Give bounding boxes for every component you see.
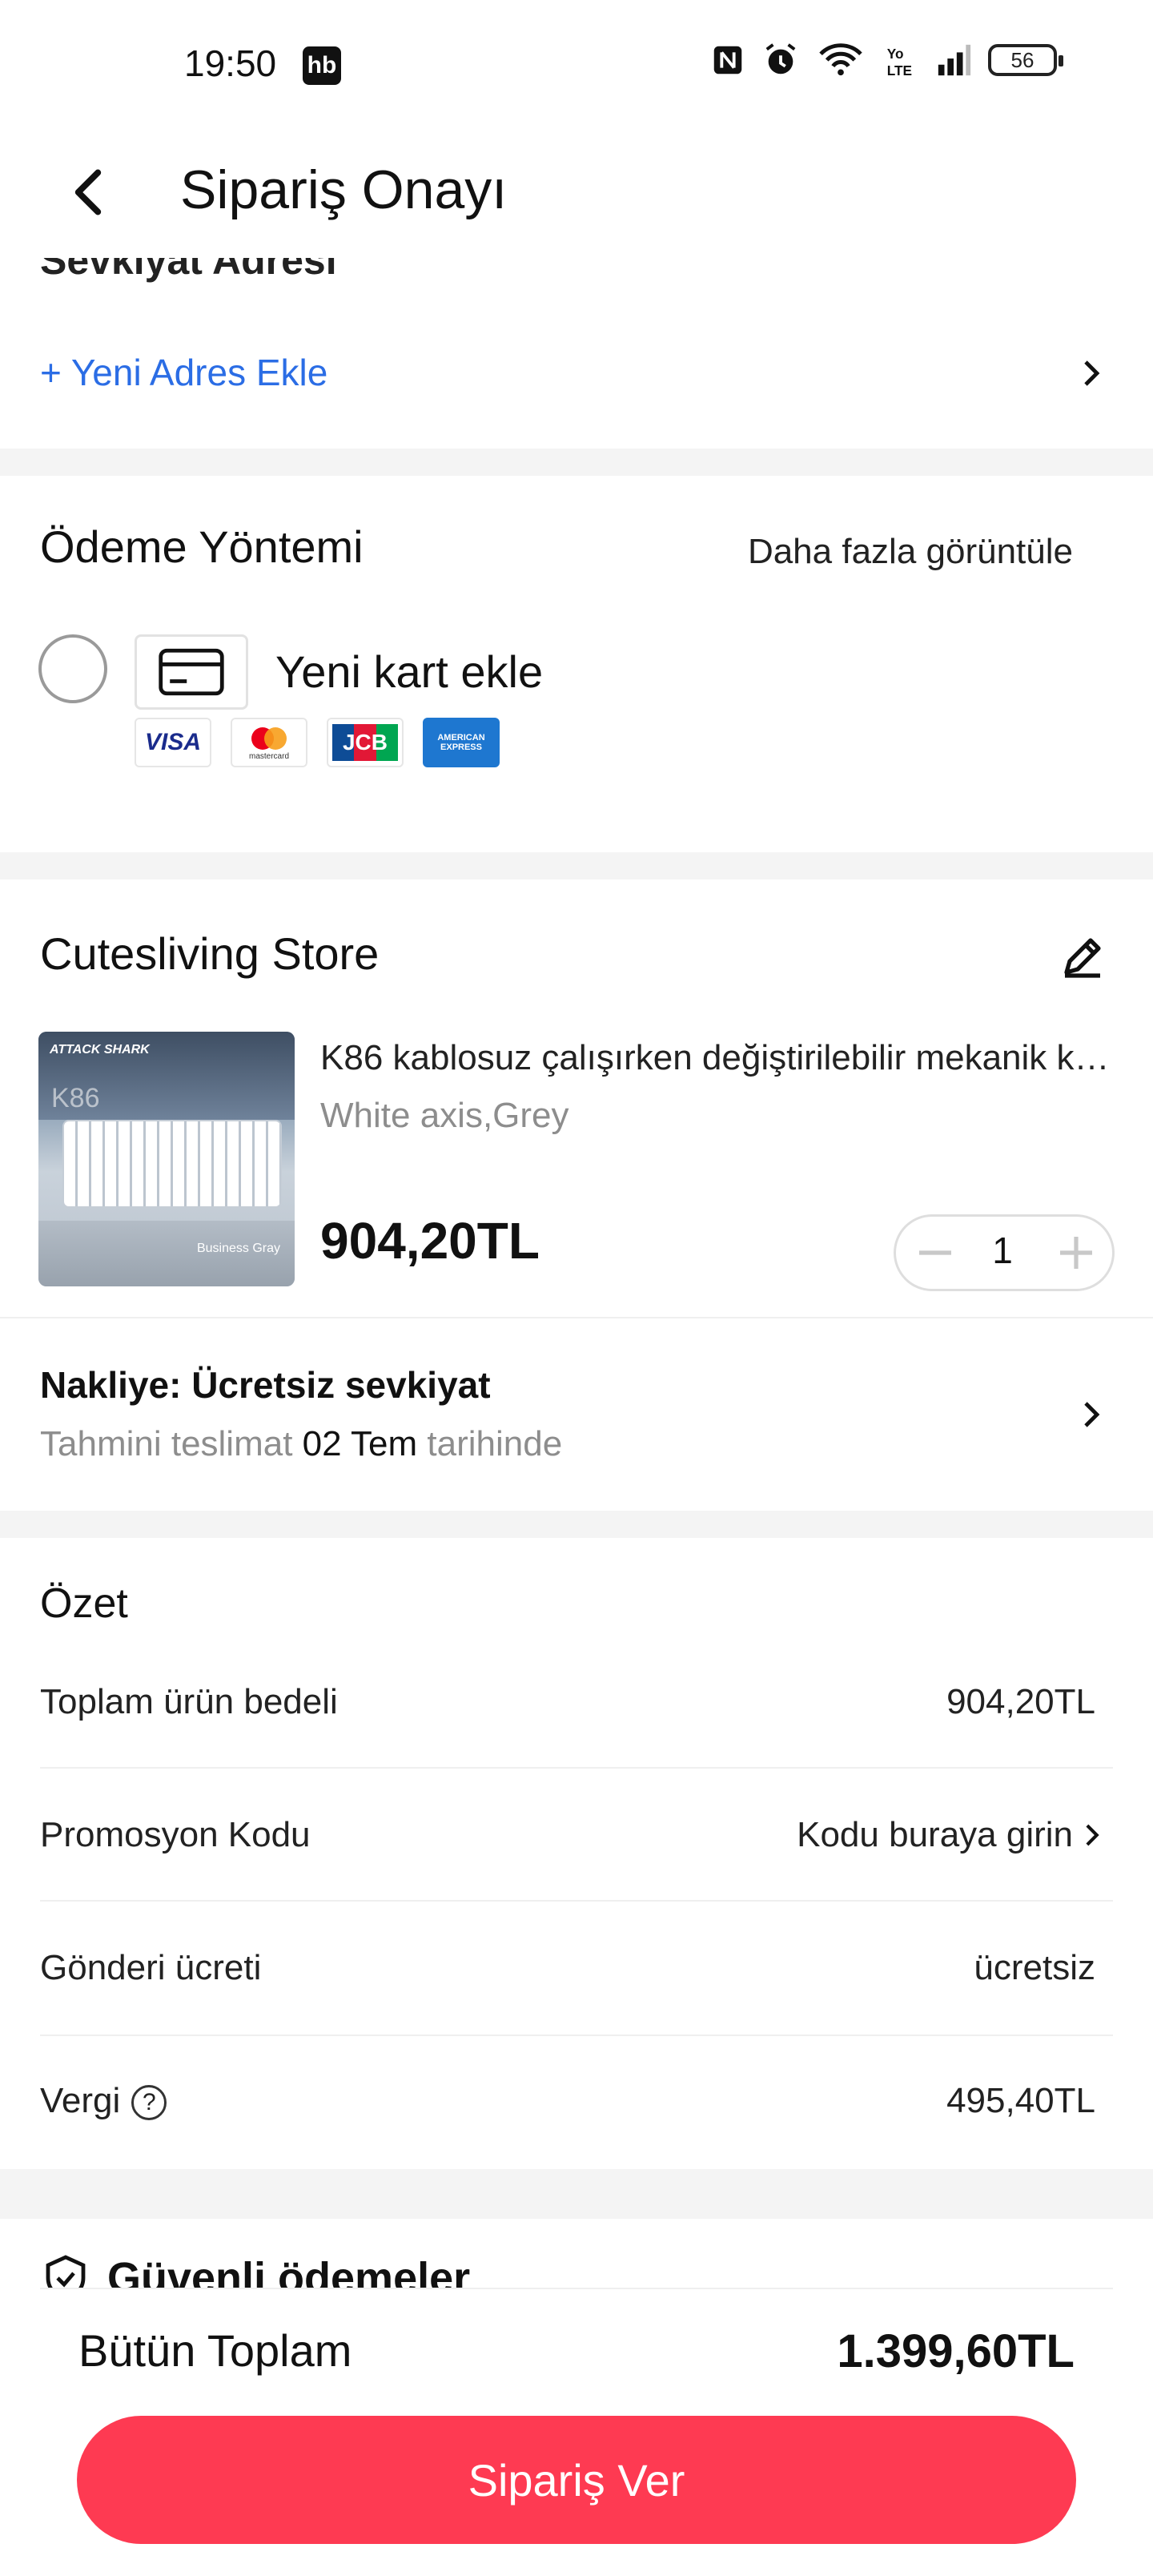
product-price: 904,20TL (320, 1212, 540, 1270)
shipping-label[interactable]: Nakliye: Ücretsiz sevkiyat (40, 1363, 491, 1407)
summary-row-value: 904,20TL (946, 1682, 1095, 1721)
help-icon[interactable]: ? (131, 2085, 167, 2121)
visa-logo: VISA (135, 718, 211, 767)
store-name: Cutesliving Store (40, 928, 380, 979)
jcb-logo: JCB (327, 718, 404, 767)
place-order-button[interactable]: Sipariş Ver (77, 2416, 1076, 2544)
grand-total-value: 1.399,60TL (837, 2325, 1075, 2377)
section-gap (0, 1511, 1153, 1538)
tax-value: 495,40TL (946, 2081, 1095, 2120)
card-brands: VISA mastercard JCB AMERICAN EXPRESS (135, 718, 500, 767)
divider (40, 2288, 1113, 2289)
shipping-fee-label: Gönderi ücreti (40, 1948, 262, 1987)
section-gap (0, 449, 1153, 476)
card-icon-box[interactable] (135, 634, 248, 710)
status-icons: Yo LTE 56 (709, 42, 1063, 78)
delivery-date: 02 Tem (302, 1424, 418, 1463)
back-arrow-icon[interactable] (64, 164, 112, 220)
promo-label: Promosyon Kodu (40, 1815, 311, 1854)
divider (40, 1900, 1113, 1902)
divider (40, 2035, 1113, 2036)
battery-indicator: 56 (988, 44, 1063, 76)
delivery-estimate: Tahmini teslimat 02 Tem tarihinde (40, 1424, 563, 1463)
payment-section-title: Ödeme Yöntemi (40, 521, 364, 572)
page-title: Sipariş Onayı (180, 159, 508, 220)
alarm-icon (765, 43, 796, 74)
show-more-link[interactable]: Daha fazla görüntüle (748, 532, 1073, 572)
nfc-icon (713, 46, 742, 74)
svg-text:LTE: LTE (887, 62, 912, 78)
amex-logo: AMERICAN EXPRESS (423, 718, 500, 767)
product-variant: White axis,Grey (320, 1096, 569, 1135)
grand-total-label: Bütün Toplam (78, 2325, 352, 2376)
tax-label: Vergi? (40, 2081, 167, 2121)
section-gap (0, 852, 1153, 879)
section-gap (0, 2169, 1153, 2219)
mastercard-circles-icon (251, 727, 287, 750)
product-image[interactable]: ATTACK SHARK K86 Business Gray (38, 1032, 295, 1286)
shipping-fee-value: ücretsiz (974, 1948, 1095, 1987)
promo-input-link[interactable]: Kodu buraya girin (797, 1815, 1073, 1855)
status-time: 19:50 (184, 42, 277, 84)
chevron-right-icon[interactable] (1078, 1821, 1105, 1849)
edit-pencil-icon[interactable] (1057, 931, 1108, 982)
wifi-icon (819, 43, 862, 76)
app-badge: hb (303, 46, 341, 85)
quantity-value[interactable]: 1 (983, 1229, 1022, 1272)
chevron-right-icon[interactable] (1075, 357, 1107, 389)
product-name[interactable]: K86 kablosuz çalışırken değiştirilebilir… (320, 1038, 1113, 1078)
summary-row-label: Toplam ürün bedeli (40, 1682, 338, 1721)
credit-card-icon (159, 648, 224, 696)
address-section-title: Sevkiyat Adresi (40, 258, 337, 283)
chevron-right-icon[interactable] (1075, 1399, 1107, 1431)
signal-icon (938, 44, 971, 76)
plus-icon[interactable] (1054, 1230, 1099, 1275)
svg-text:Yo: Yo (887, 46, 904, 62)
minus-icon[interactable] (913, 1230, 958, 1275)
card-radio[interactable] (38, 634, 107, 703)
mastercard-logo: mastercard (231, 718, 307, 767)
add-card-label[interactable]: Yeni kart ekle (275, 646, 543, 698)
summary-title: Özet (40, 1580, 128, 1627)
add-address-link[interactable]: + Yeni Adres Ekle (40, 351, 327, 394)
volte-icon: YoLTE (887, 46, 912, 78)
divider (0, 1317, 1153, 1318)
divider (40, 1767, 1113, 1769)
app-header (0, 128, 1153, 256)
